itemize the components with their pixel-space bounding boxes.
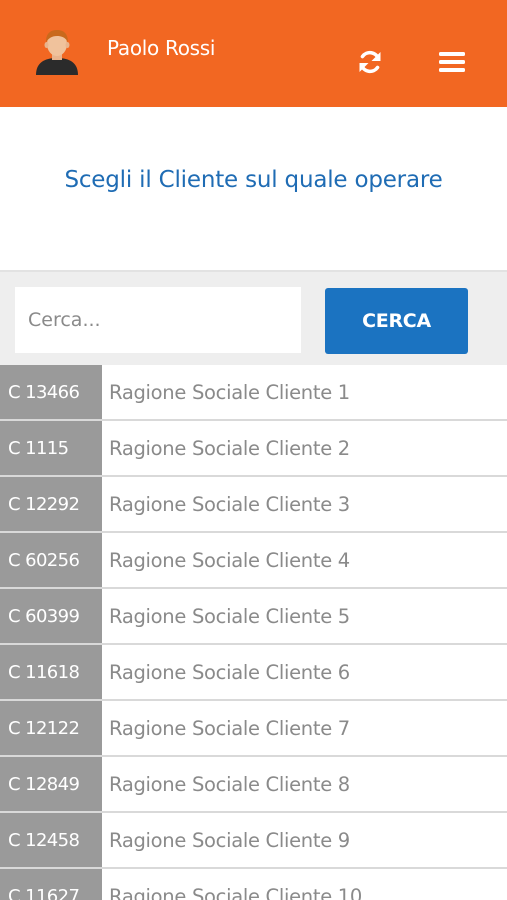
client-name: Ragione Sociale Cliente 9 — [109, 828, 350, 852]
client-row[interactable]: C 12292 Ragione Sociale Cliente 3 — [0, 477, 507, 533]
client-row[interactable]: C 60256 Ragione Sociale Cliente 4 — [0, 533, 507, 589]
client-name: Ragione Sociale Cliente 6 — [109, 660, 350, 684]
client-code: C 12292 — [0, 477, 102, 531]
menu-button[interactable] — [436, 46, 468, 78]
client-name: Ragione Sociale Cliente 3 — [109, 492, 350, 516]
client-code: C 60256 — [0, 533, 102, 587]
client-row[interactable]: C 60399 Ragione Sociale Cliente 5 — [0, 589, 507, 645]
client-code: C 13466 — [0, 365, 102, 419]
client-name: Ragione Sociale Cliente 10 — [109, 884, 363, 900]
hamburger-menu-icon — [439, 52, 465, 72]
search-button[interactable]: CERCA — [325, 288, 468, 354]
client-name: Ragione Sociale Cliente 4 — [109, 548, 350, 572]
app-header: Paolo Rossi — [0, 0, 507, 107]
client-code: C 11627 — [0, 869, 102, 900]
client-row[interactable]: C 12122 Ragione Sociale Cliente 7 — [0, 701, 507, 757]
client-name: Ragione Sociale Cliente 1 — [109, 380, 350, 404]
search-bar: CERCA — [0, 270, 507, 365]
user-avatar-icon[interactable] — [34, 27, 80, 75]
refresh-icon — [359, 50, 381, 74]
client-row[interactable]: C 11627 Ragione Sociale Cliente 10 — [0, 869, 507, 900]
client-row[interactable]: C 1115 Ragione Sociale Cliente 2 — [0, 421, 507, 477]
client-code: C 12122 — [0, 701, 102, 755]
client-row[interactable]: C 11618 Ragione Sociale Cliente 6 — [0, 645, 507, 701]
client-code: C 11618 — [0, 645, 102, 699]
client-row[interactable]: C 12458 Ragione Sociale Cliente 9 — [0, 813, 507, 869]
refresh-button[interactable] — [354, 46, 386, 78]
client-row[interactable]: C 12849 Ragione Sociale Cliente 8 — [0, 757, 507, 813]
client-list: C 13466 Ragione Sociale Cliente 1 C 1115… — [0, 365, 507, 900]
client-name: Ragione Sociale Cliente 5 — [109, 604, 350, 628]
client-code: C 1115 — [0, 421, 102, 475]
user-name: Paolo Rossi — [107, 36, 216, 60]
client-name: Ragione Sociale Cliente 7 — [109, 716, 350, 740]
client-name: Ragione Sociale Cliente 2 — [109, 436, 350, 460]
client-code: C 12458 — [0, 813, 102, 867]
search-input[interactable] — [15, 287, 301, 353]
page-title: Scegli il Cliente sul quale operare — [64, 167, 443, 193]
app-screen: Paolo Rossi Scegli il Cliente sul quale … — [0, 0, 507, 900]
client-code: C 12849 — [0, 757, 102, 811]
client-row[interactable]: C 13466 Ragione Sociale Cliente 1 — [0, 365, 507, 421]
client-name: Ragione Sociale Cliente 8 — [109, 772, 350, 796]
client-code: C 60399 — [0, 589, 102, 643]
